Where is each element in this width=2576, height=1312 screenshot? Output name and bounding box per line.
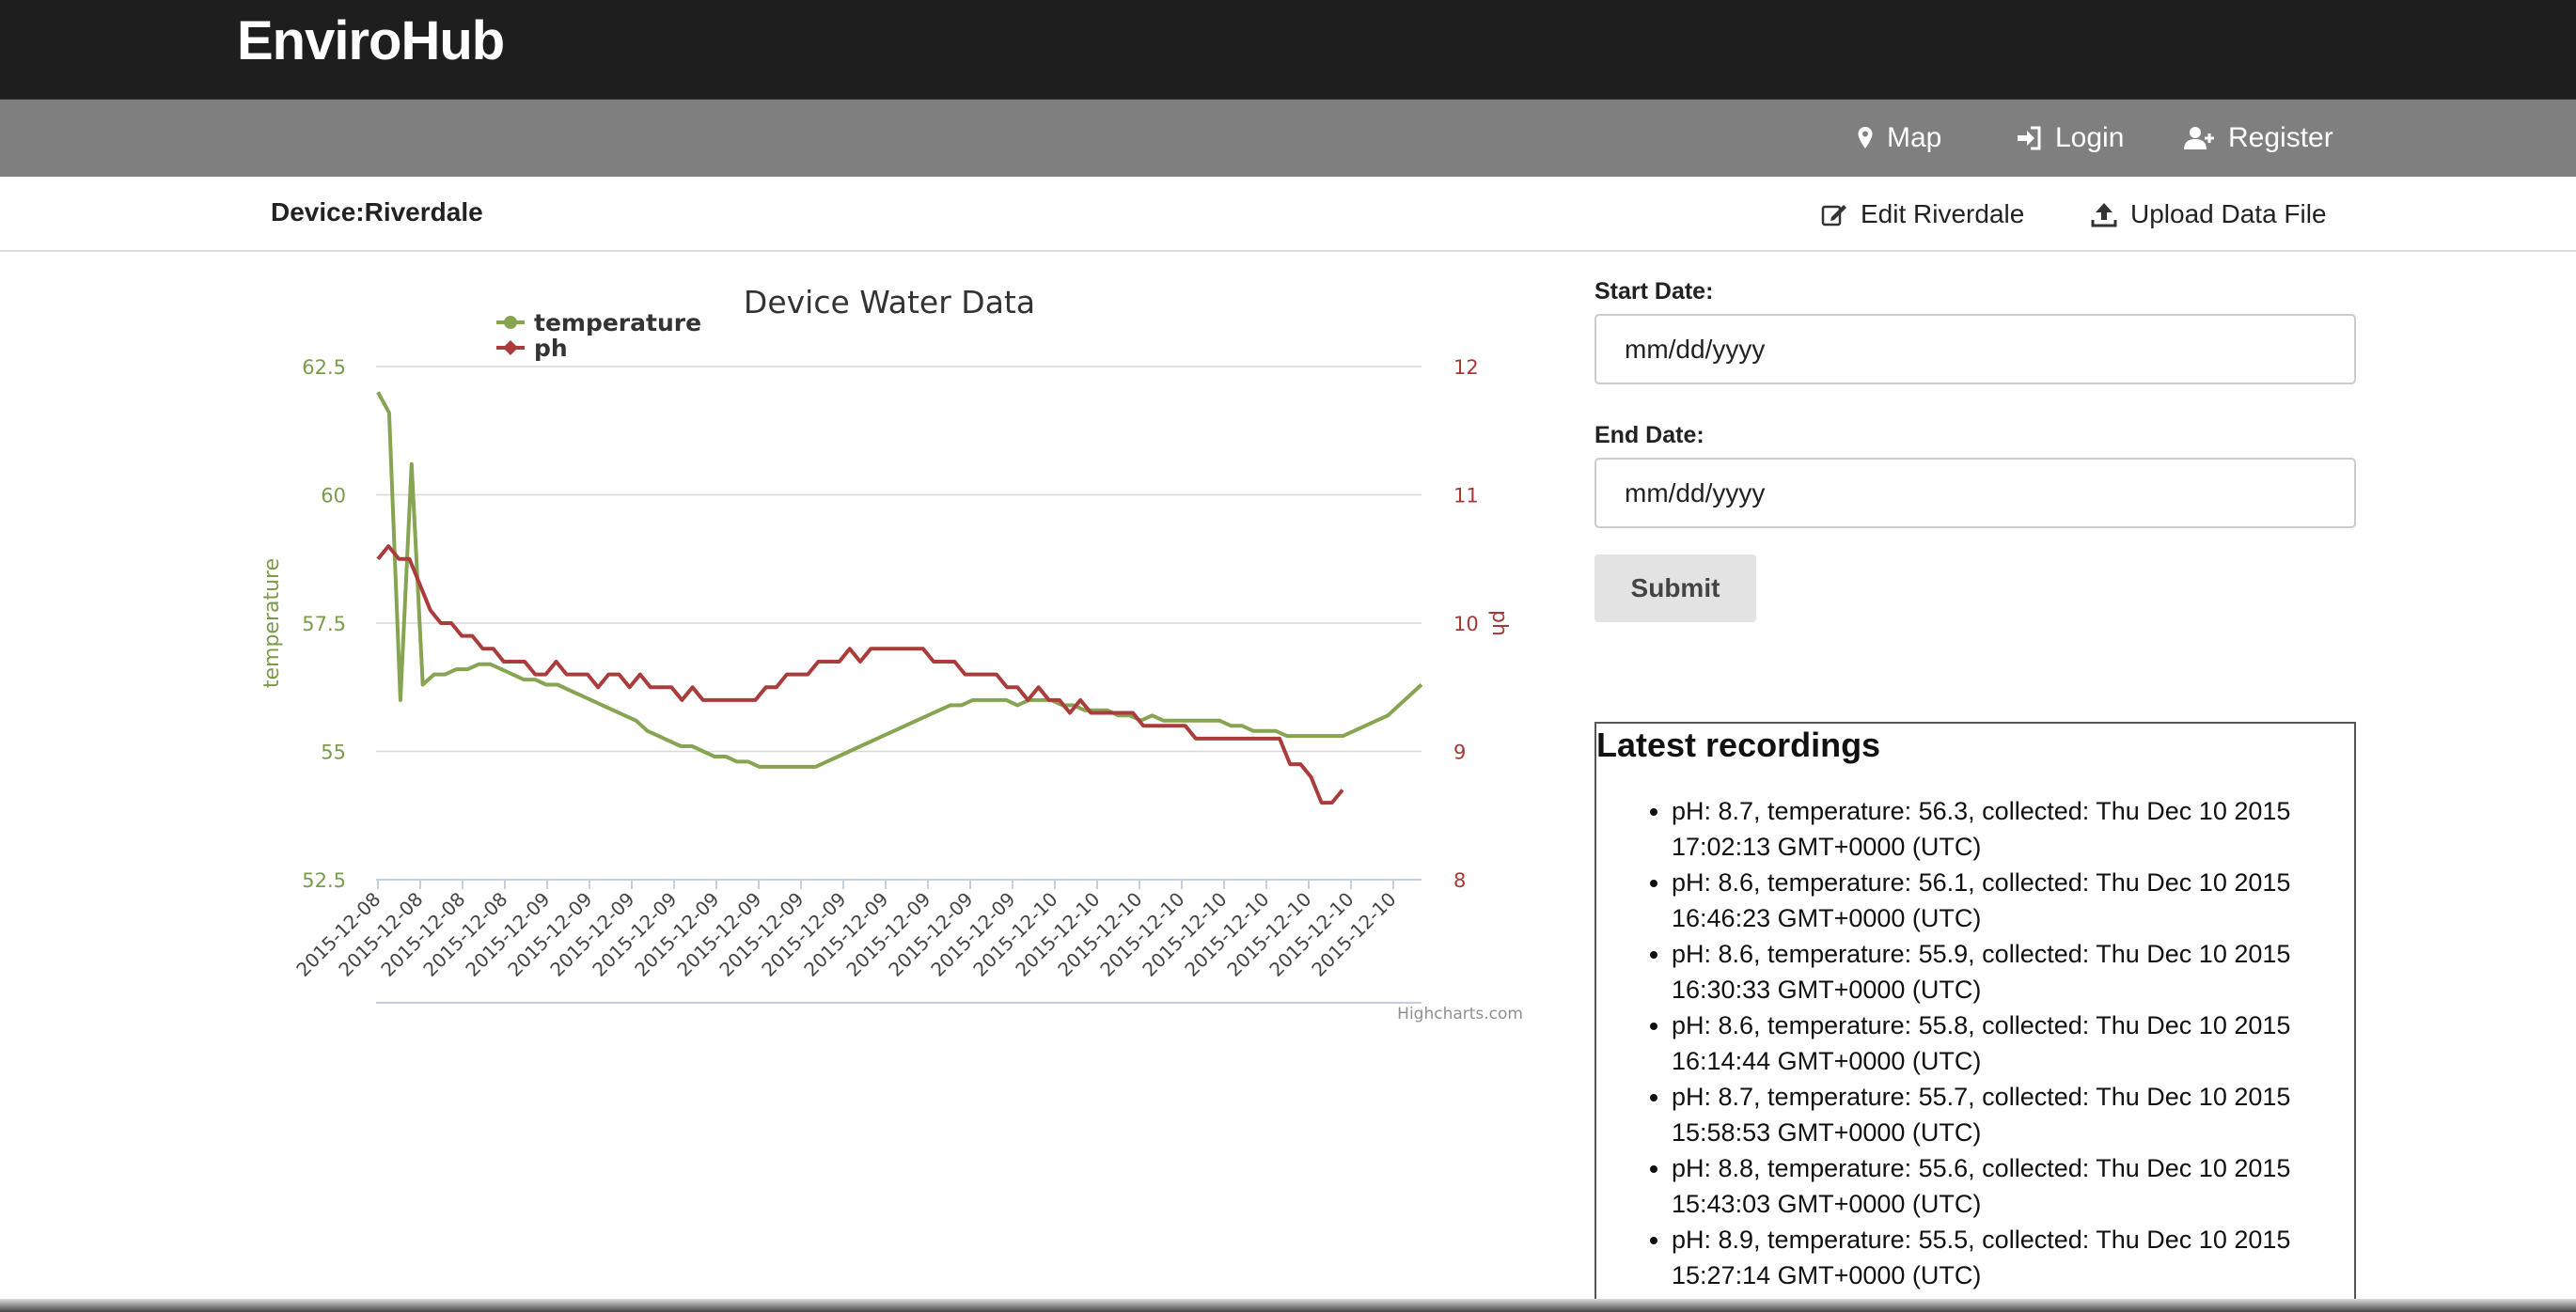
- recording-item: pH: 8.7, temperature: 55.7, collected: T…: [1672, 1079, 2317, 1150]
- recordings-list: pH: 8.7, temperature: 56.3, collected: T…: [1596, 793, 2354, 1293]
- window-bottom-edge: [0, 1299, 2576, 1312]
- submit-button[interactable]: Submit: [1594, 554, 1756, 622]
- nav-login-link[interactable]: Login: [2016, 100, 2124, 177]
- recording-item: pH: 8.6, temperature: 55.9, collected: T…: [1672, 936, 2317, 1007]
- y-right-tick-label: 11: [1453, 485, 1479, 508]
- y-right-tick-label: 8: [1453, 869, 1466, 892]
- top-header: EnviroHub: [0, 0, 2576, 100]
- legend-temperature-label[interactable]: temperature: [534, 309, 701, 336]
- edit-device-button[interactable]: Edit Riverdale: [1821, 177, 2024, 252]
- y-left-tick-label: 60: [321, 485, 346, 508]
- y-left-tick-label: 55: [321, 742, 346, 764]
- chart-svg: 52.55557.56062.589101112temperature ph201…: [260, 284, 1523, 1023]
- upload-icon: [2091, 203, 2117, 227]
- y-left-tick-label: 57.5: [302, 613, 346, 635]
- upload-data-label: Upload Data File: [2130, 199, 2327, 228]
- sign-in-icon: [2018, 126, 2041, 150]
- nav-register-label: Register: [2228, 122, 2333, 153]
- y-left-tick-label: 52.5: [302, 869, 346, 892]
- nav-register-link[interactable]: Register: [2183, 100, 2333, 177]
- chart-credits[interactable]: Highcharts.com: [1397, 1005, 1523, 1023]
- device-title: Device:Riverdale: [271, 197, 483, 226]
- chart-series: [376, 391, 1423, 805]
- edit-icon: [1821, 205, 1846, 226]
- brand-logo[interactable]: EnviroHub: [237, 9, 505, 72]
- date-filter-form: Start Date: End Date: Submit: [1594, 278, 2356, 622]
- recordings-title: Latest recordings: [1596, 726, 1881, 764]
- legend-temperature-marker: [504, 316, 517, 329]
- recording-item: pH: 8.6, temperature: 55.8, collected: T…: [1672, 1007, 2317, 1079]
- y-left-axis-title: temperature: [260, 558, 284, 688]
- y-right-tick-label: 12: [1453, 356, 1479, 379]
- water-data-chart: 52.5 55 57.5 60 62.5 8 9 10 11 12 temperature ph 201…: [254, 273, 1542, 1043]
- end-date-label: End Date:: [1594, 422, 1704, 448]
- recording-item: pH: 8.7, temperature: 56.3, collected: T…: [1672, 793, 2317, 865]
- start-date-label: Start Date:: [1594, 278, 1714, 305]
- nav-map-label: Map: [1887, 122, 1942, 153]
- nav-map-link[interactable]: Map: [1857, 100, 1941, 177]
- add-user-icon: [2184, 127, 2214, 149]
- device-header: Device:Riverdale Edit Riverdale Upload D…: [0, 177, 2576, 252]
- nav-login-label: Login: [2055, 122, 2125, 153]
- chart-axes: 52.55557.56062.589101112temperature ph201…: [260, 356, 1511, 1004]
- recording-item: pH: 8.6, temperature: 56.1, collected: T…: [1672, 865, 2317, 936]
- y-right-tick-label: 10: [1453, 613, 1479, 635]
- y-left-tick-label: 62.5: [302, 356, 346, 379]
- chart-legend[interactable]: temperature ph: [481, 293, 701, 362]
- map-marker-icon: [1858, 127, 1873, 148]
- start-date-input[interactable]: [1594, 314, 2356, 384]
- legend-ph-label[interactable]: ph: [534, 335, 568, 362]
- upload-data-button[interactable]: Upload Data File: [2091, 177, 2327, 252]
- latest-recordings-panel: Latest recordings pH: 8.7, temperature: …: [1594, 722, 2356, 1312]
- recording-item: pH: 8.8, temperature: 55.6, collected: T…: [1672, 1150, 2317, 1222]
- edit-device-label: Edit Riverdale: [1861, 199, 2025, 228]
- end-date-input[interactable]: [1594, 458, 2356, 528]
- y-right-axis-title: ph: [1487, 610, 1511, 636]
- y-right-tick-label: 9: [1453, 742, 1466, 764]
- series-line-ph[interactable]: [376, 544, 1344, 805]
- chart-title: Device Water Data: [744, 284, 1035, 320]
- main-nav: Map Login Register: [0, 100, 2576, 177]
- series-line-temperature[interactable]: [376, 391, 1423, 769]
- recording-item: pH: 8.9, temperature: 55.5, collected: T…: [1672, 1222, 2317, 1293]
- chart-gridlines: [376, 366, 1422, 881]
